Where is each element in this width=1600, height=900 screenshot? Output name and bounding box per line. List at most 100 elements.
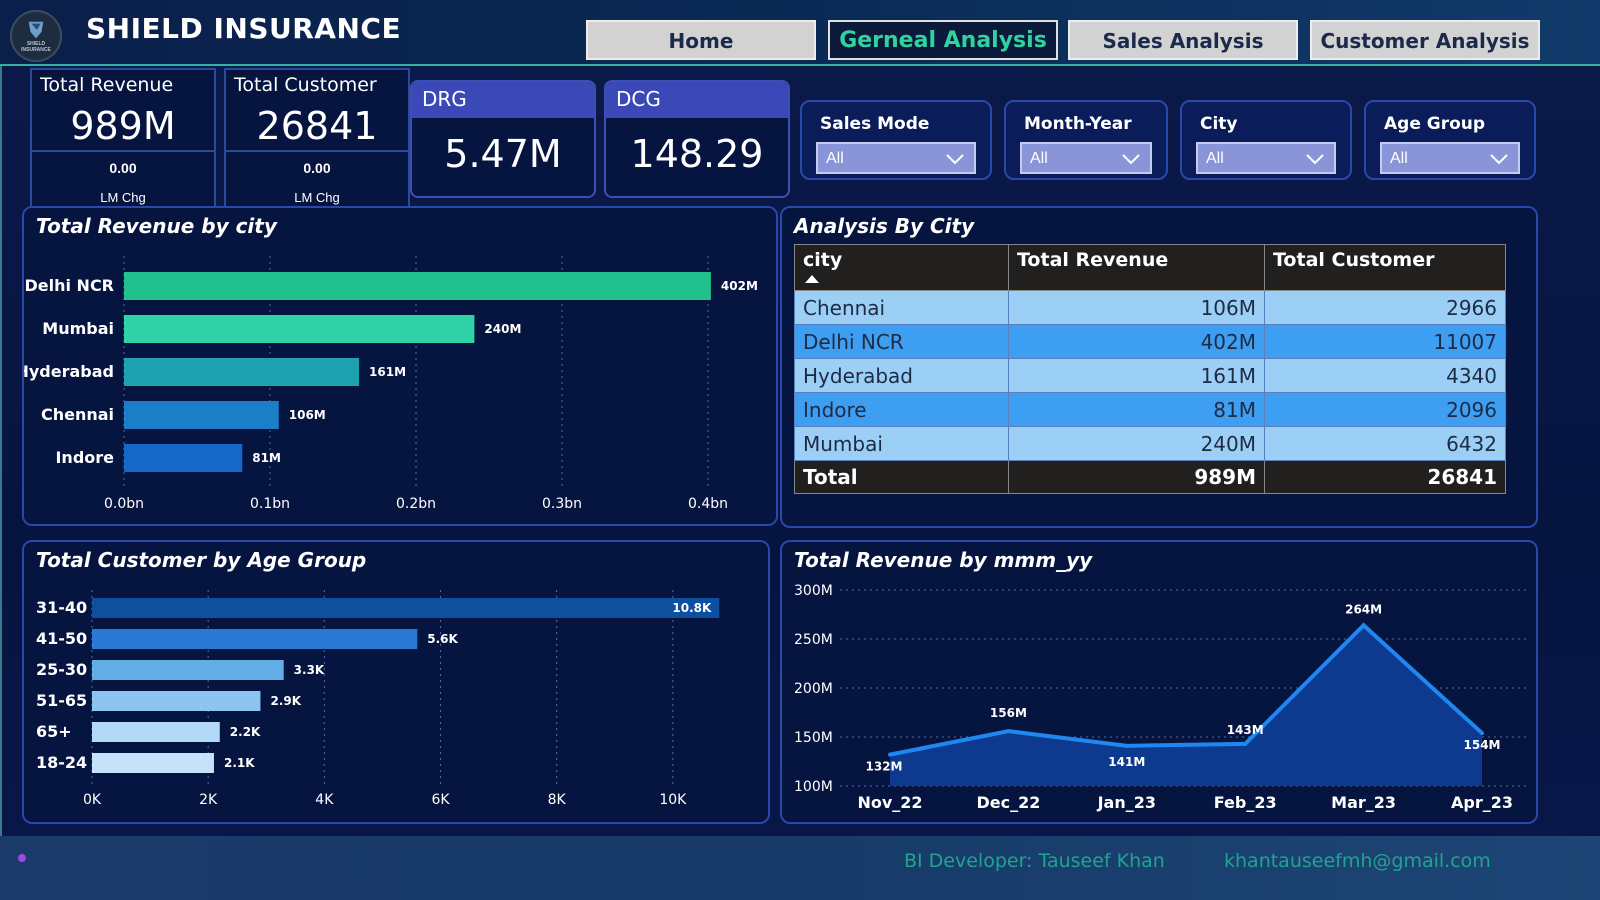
x-tick-label: 0.0bn [104, 496, 144, 512]
x-tick-label: 0.3bn [542, 496, 582, 512]
total-customer-change-label: LM Chg [294, 190, 340, 205]
y-tick-label: 100M [794, 779, 833, 795]
sales-mode-dropdown[interactable]: All [816, 142, 976, 174]
total-customer-card: Total Customer 26841 0.00 LM Chg [224, 68, 410, 210]
month-year-dropdown[interactable]: All [1020, 142, 1152, 174]
top-bar: SHIELD INSURANCE SHIELD INSURANCE Home G… [0, 0, 1600, 66]
bar [124, 315, 475, 343]
bar [124, 444, 243, 472]
city-label: City [1200, 114, 1238, 134]
total-revenue-card: Total Revenue 989M 0.00 LM Chg [30, 68, 216, 210]
revenue-cell: 161M [1008, 358, 1265, 393]
x-tick-label: Nov_22 [857, 793, 922, 812]
page-indicator-dot[interactable] [18, 854, 26, 862]
x-tick-label: Mar_23 [1331, 793, 1396, 812]
sales-mode-value: All [826, 150, 844, 167]
chevron-down-icon [1306, 154, 1324, 165]
column-header-city[interactable]: city [794, 244, 1009, 291]
total-customer-cell: 26841 [1264, 460, 1506, 494]
data-label: 3.3K [294, 663, 325, 677]
data-label: 402M [721, 279, 758, 293]
data-label: 161M [369, 365, 406, 379]
table-row[interactable]: Delhi NCR 402M 11007 [794, 324, 1506, 359]
revenue-by-month-panel: Total Revenue by mmm_yy 100M 150M 200M 250M… [780, 540, 1538, 824]
data-point [1124, 743, 1129, 748]
x-tick-label: Jan_23 [1097, 793, 1156, 812]
table-header-row: city Total Revenue Total Customer [794, 244, 1506, 291]
data-label: 264M [1345, 602, 1382, 616]
data-point [1480, 731, 1484, 736]
data-label: 132M [866, 760, 903, 774]
bar [92, 753, 214, 773]
x-tick-label: 2K [199, 792, 218, 808]
drg-label: DRG [412, 82, 594, 118]
chevron-down-icon [1490, 154, 1508, 165]
city-cell: Indore [794, 392, 1009, 427]
data-point [1361, 623, 1366, 628]
city-cell: Delhi NCR [794, 324, 1009, 359]
column-header-total-customer[interactable]: Total Customer [1264, 244, 1506, 291]
shield-logo-icon [28, 21, 44, 39]
x-tick-label: Apr_23 [1451, 793, 1513, 812]
total-revenue-label: Total Revenue [40, 74, 174, 96]
bar [92, 598, 720, 618]
sort-ascending-icon[interactable] [805, 275, 819, 283]
data-label: 81M [252, 451, 281, 465]
category-label: Indore [55, 448, 114, 467]
table-total-row: Total 989M 26841 [794, 460, 1506, 494]
total-revenue-value: 989M [70, 104, 176, 148]
nav-customer-analysis-button[interactable]: Customer Analysis [1310, 20, 1540, 60]
nav-home-button[interactable]: Home [586, 20, 816, 60]
city-dropdown[interactable]: All [1196, 142, 1336, 174]
column-header-total-revenue[interactable]: Total Revenue [1008, 244, 1265, 291]
chevron-down-icon [946, 154, 964, 165]
nav-sales-analysis-button[interactable]: Sales Analysis [1068, 20, 1298, 60]
city-table: city Total Revenue Total Customer Chenna… [794, 244, 1506, 494]
city-value: All [1206, 150, 1224, 167]
dcg-label: DCG [606, 82, 788, 118]
table-row[interactable]: Mumbai 240M 6432 [794, 426, 1506, 461]
nav-general-analysis-button[interactable]: Gerneal Analysis [828, 20, 1058, 60]
category-label: 41-50 [36, 629, 87, 648]
logo-text: SHIELD INSURANCE [21, 41, 51, 53]
data-point [1006, 729, 1011, 734]
dcg-value: 148.29 [630, 132, 764, 176]
category-label: Hyderabad [24, 362, 114, 381]
footer-bar: BI Developer: Tauseef Khan khantauseefmh… [0, 836, 1600, 900]
category-label: Delhi NCR [24, 276, 114, 295]
x-tick-label: 0.2bn [396, 496, 436, 512]
city-cell: Hyderabad [794, 358, 1009, 393]
x-tick-label: 4K [315, 792, 334, 808]
category-label: Mumbai [42, 319, 114, 338]
data-point [1243, 741, 1248, 746]
data-label: 2.9K [270, 694, 301, 708]
total-customer-value: 26841 [256, 104, 378, 148]
customer-by-age-panel: Total Customer by Age Group 0K 2K 4K 6K 8K 10… [22, 540, 770, 824]
revenue-by-city-panel: Total Revenue by city 0.0bn 0.1bn 0.2bn 0.3… [22, 206, 778, 526]
age-group-slicer: Age Group All [1364, 100, 1536, 180]
x-tick-label: Feb_23 [1214, 793, 1277, 812]
table-row[interactable]: Indore 81M 2096 [794, 392, 1506, 427]
customer-by-age-chart: 0K 2K 4K 6K 8K 10K 31-40 10.8K 41-50 5.6K 25-30 3.3… [36, 590, 720, 808]
data-point [888, 752, 892, 757]
category-label: 31-40 [36, 598, 87, 617]
total-customer-change-box: 0.00 LM Chg [226, 150, 408, 212]
revenue-cell: 402M [1008, 324, 1265, 359]
dcg-card: DCG 148.29 [604, 80, 790, 198]
customer-cell: 2096 [1264, 392, 1506, 427]
total-revenue-change-label: LM Chg [100, 190, 146, 205]
age-group-dropdown[interactable]: All [1380, 142, 1520, 174]
total-revenue-change: 0.00 [109, 160, 137, 176]
category-label: 65+ [36, 722, 72, 741]
developer-email[interactable]: khantauseefmh@gmail.com [1224, 850, 1491, 872]
y-tick-label: 150M [794, 730, 833, 746]
table-row[interactable]: Chennai 106M 2966 [794, 290, 1506, 325]
revenue-cell: 240M [1008, 426, 1265, 461]
data-label: 106M [289, 408, 326, 422]
bar [92, 722, 220, 742]
customer-cell: 6432 [1264, 426, 1506, 461]
table-row[interactable]: Hyderabad 161M 4340 [794, 358, 1506, 393]
bar [124, 272, 711, 300]
sales-mode-label: Sales Mode [820, 114, 930, 134]
x-tick-label: 0K [83, 792, 102, 808]
